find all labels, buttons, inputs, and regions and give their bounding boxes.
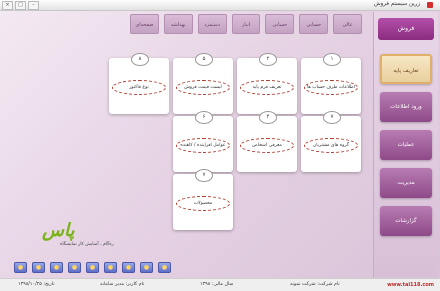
top-menu-item[interactable]: حسابی [299,14,329,34]
minimize-icon[interactable]: – [28,1,39,10]
key-icon[interactable]: ● [32,262,45,273]
sidebar-item-basic-definitions[interactable]: تعاریف پایه [380,54,432,84]
top-menu-item[interactable]: حسابی [265,14,295,34]
watermark: www.tai118.com [387,282,434,288]
card-adjust-factors[interactable]: ۶ عوامل افزاینده / کاهنده [173,111,233,172]
home-icon[interactable]: ● [104,262,117,273]
sidebar-item-management[interactable]: مدیریت [380,168,432,198]
app-window: × □ – زرین سیستم فروش صفحه‌ای بهداشه دست… [0,0,440,291]
top-menu-item[interactable]: انبار [231,14,261,34]
card-number: ۷ [323,111,341,124]
app-icon [427,2,433,8]
bottom-toolbar: ● ● ● ● ● ● ● ● ● [14,262,171,273]
card-label: تعریف فرم پایه [240,80,294,95]
close-icon[interactable]: × [2,1,13,10]
status-bar: تاریخ: ۱۳۹۸/۱۰/۲۵ نام کاربر: مدیر سامانه… [0,278,440,291]
card-customer-groups[interactable]: ۷ گروه های مشتریان [301,111,361,172]
status-company: نام شرکت: شرکت نمونه [290,282,340,287]
sidebar-item-operations[interactable]: عملیات [380,130,432,160]
card-label: نوع فاکتور [112,80,166,95]
sidebar: فروش تعاریف پایه ورود اطلاعات عملیات مدی… [373,12,438,282]
top-menu-item[interactable]: صفحه‌ای [130,14,159,34]
window-title: زرین سیستم فروش [373,1,420,7]
sidebar-item-data-entry[interactable]: ورود اطلاعات [380,92,432,122]
card-label: اطلاعات طرف حساب ها [304,80,358,95]
maximize-icon[interactable]: □ [15,1,26,10]
card-number: ۴ [259,111,277,124]
status-fiscal-year: سال مالی: ۱۳۹۸ [200,282,234,287]
card-label: لیست قیمت فروش [176,80,230,95]
window-controls: × □ – [2,1,39,10]
card-price-list[interactable]: ۵ لیست قیمت فروش [173,53,233,114]
top-menu: صفحه‌ای بهداشه دستمزد انبار حسابی حسابی … [130,14,363,34]
card-label: محصولات [176,196,230,211]
top-menu-item[interactable]: دستمزد [197,14,227,34]
globe-icon[interactable]: ● [50,262,63,273]
folder-icon[interactable]: ● [86,262,99,273]
logo-tagline: ره‌گام ، آسایش کار نمایشگاه [60,242,114,247]
card-label: عوامل افزاینده / کاهنده [176,138,230,153]
card-number: ۵ [195,53,213,66]
sidebar-header[interactable]: فروش [378,18,434,40]
logo: پاس ره‌گام ، آسایش کار نمایشگاه [36,220,114,250]
note-icon[interactable]: ● [122,262,135,273]
print-icon[interactable]: ● [140,262,153,273]
status-date: تاریخ: ۱۳۹۸/۱۰/۲۵ [18,282,55,287]
card-number: ۶ [195,111,213,124]
card-invoice-type[interactable]: ۸ نوع فاکتور [109,53,169,114]
title-bar: × □ – زرین سیستم فروش [0,0,440,11]
search-icon[interactable]: ● [158,262,171,273]
card-label: معرفی اشخاص [240,138,294,153]
card-number: ۱ [323,53,341,66]
card-label: گروه های مشتریان [304,138,358,153]
card-number: ۸ [131,53,149,66]
card-number: ۲ [259,53,277,66]
lock-icon[interactable]: ● [14,262,27,273]
card-persons[interactable]: ۴ معرفی اشخاص [237,111,297,172]
mail-icon[interactable]: ● [68,262,81,273]
card-products[interactable]: ۷ محصولات [173,169,233,230]
top-menu-item[interactable]: بهداشه [163,14,193,34]
card-accounts[interactable]: ۱ اطلاعات طرف حساب ها [301,53,361,114]
logo-mark: پاس [42,220,75,241]
card-basic-form[interactable]: ۲ تعریف فرم پایه [237,53,297,114]
status-user: نام کاربر: مدیر سامانه [100,282,145,287]
card-number: ۷ [195,169,213,182]
sidebar-item-reports[interactable]: گزارشات [380,206,432,236]
top-menu-item[interactable]: عالی [333,14,363,34]
